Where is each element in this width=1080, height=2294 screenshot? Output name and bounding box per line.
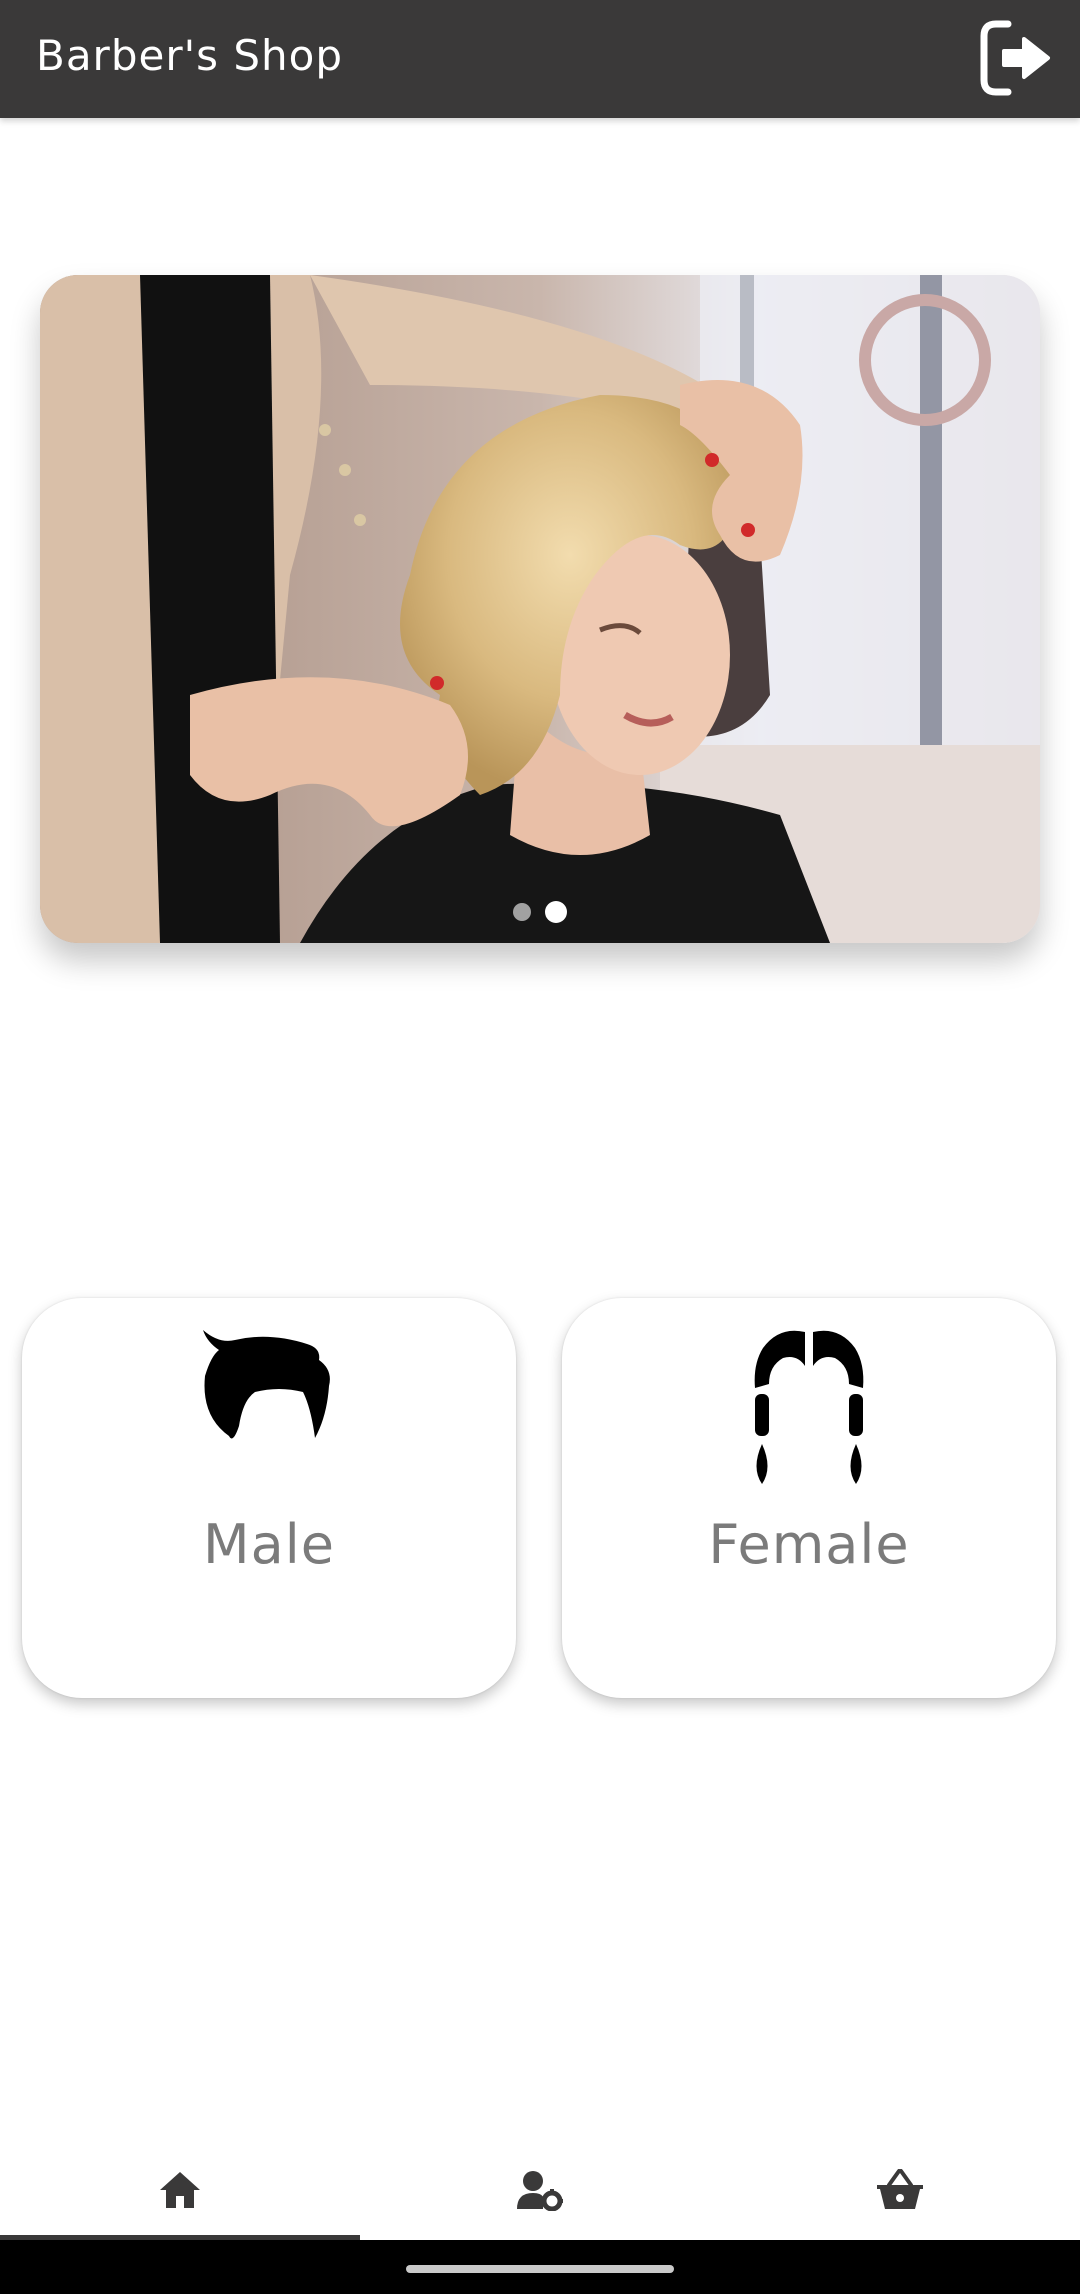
carousel-dot[interactable] (513, 903, 531, 921)
system-navigation-bar (0, 2240, 1080, 2294)
carousel-photo (40, 275, 1040, 943)
nav-account-settings[interactable] (360, 2140, 720, 2240)
image-carousel[interactable] (40, 275, 1040, 943)
bottom-navigation (0, 2140, 1080, 2240)
home-icon (160, 2172, 200, 2208)
app-bar: Barber's Shop (0, 0, 1080, 118)
male-hair-icon (203, 1330, 330, 1439)
female-hair-icon (754, 1330, 864, 1484)
logout-button[interactable] (976, 18, 1056, 98)
carousel-dot-active[interactable] (545, 901, 567, 923)
female-label: Female (708, 1513, 910, 1576)
home-gesture-handle[interactable] (406, 2265, 674, 2273)
male-category-card[interactable]: Male (22, 1298, 516, 1698)
nav-basket[interactable] (720, 2140, 1080, 2240)
app-title: Barber's Shop (36, 31, 343, 80)
logout-icon (980, 20, 1050, 96)
carousel-dots (40, 901, 1040, 923)
nav-home[interactable] (0, 2140, 360, 2240)
user-settings-icon (517, 2171, 563, 2211)
female-category-card[interactable]: Female (562, 1298, 1056, 1698)
male-label: Male (203, 1513, 335, 1576)
basket-icon (877, 2169, 923, 2209)
